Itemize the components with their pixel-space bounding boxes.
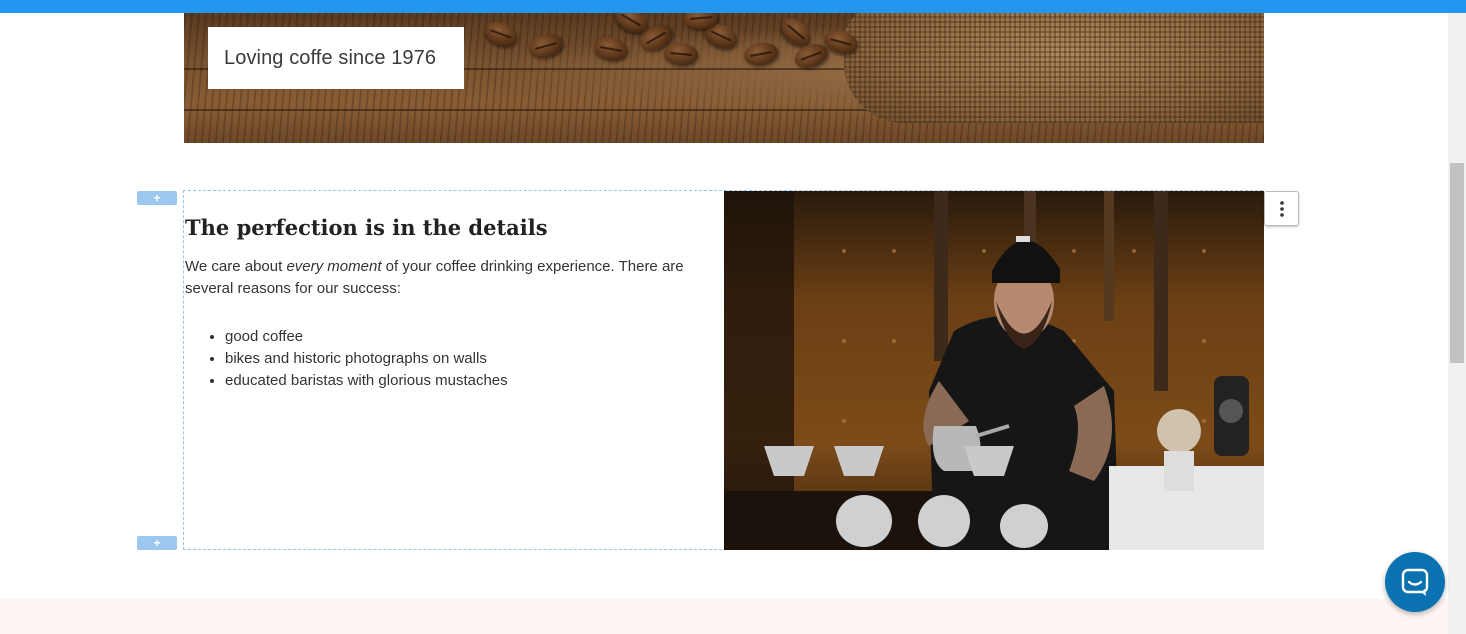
vertical-dots-icon	[1279, 200, 1284, 217]
chat-launcher-button[interactable]	[1385, 552, 1445, 612]
list-item: good coffee	[225, 326, 705, 348]
next-section-band	[0, 599, 1448, 634]
scrollbar-thumb[interactable]	[1450, 163, 1464, 363]
coffee-bean	[742, 40, 780, 68]
coffee-bean	[592, 35, 630, 63]
list-item: bikes and historic photographs on walls	[225, 348, 705, 370]
top-accent-bar	[0, 0, 1466, 13]
barista-photo[interactable]	[724, 191, 1264, 550]
add-section-below-button[interactable]: +	[137, 536, 177, 550]
chat-bubble-icon	[1401, 568, 1429, 596]
section-paragraph[interactable]: We care about every moment of your coffe…	[185, 256, 695, 300]
list-item: educated baristas with glorious mustache…	[225, 370, 705, 392]
coffee-bean	[663, 41, 699, 67]
vertical-scrollbar[interactable]	[1448, 13, 1466, 634]
add-section-above-button[interactable]: +	[137, 191, 177, 205]
coffee-bean	[481, 17, 521, 51]
text-column[interactable]: The perfection is in the details We care…	[185, 191, 705, 392]
section-heading[interactable]: The perfection is in the details	[185, 214, 705, 242]
hero-image: Loving coffe since 1976	[184, 13, 1264, 143]
section-options-button[interactable]	[1264, 191, 1299, 226]
reasons-list[interactable]: good coffee bikes and historic photograp…	[185, 326, 705, 392]
coffee-bean	[526, 30, 566, 62]
content-section[interactable]: The perfection is in the details We care…	[183, 190, 1264, 550]
paragraph-text-start: We care about	[185, 258, 287, 275]
burlap-sack	[844, 13, 1264, 123]
barista-illustration	[724, 191, 1264, 550]
hero-caption: Loving coffe since 1976	[208, 27, 464, 89]
paragraph-emphasis: every moment	[286, 258, 382, 275]
